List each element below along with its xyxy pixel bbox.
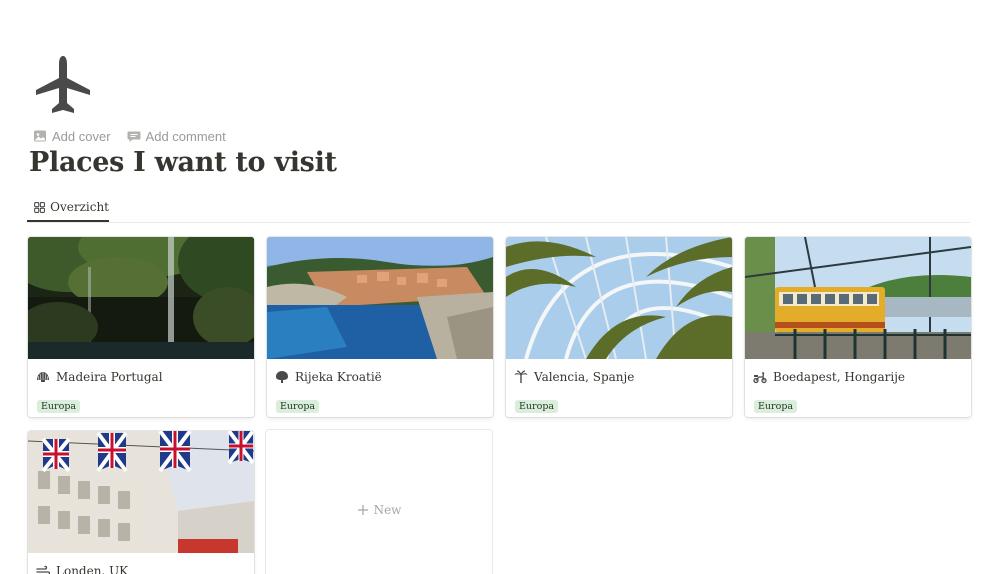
comment-icon xyxy=(127,131,141,142)
gallery-card[interactable]: Boedapest, Hongarije Europa xyxy=(745,237,971,417)
card-tags: Europa xyxy=(267,387,493,417)
tag-badge: Europa xyxy=(754,400,798,413)
card-title: Londen, UK xyxy=(56,564,129,574)
gallery-card[interactable]: Rijeka Kroatië Europa xyxy=(267,237,493,417)
card-title-row: Valencia, Spanje xyxy=(506,359,732,387)
page-controls: Add cover Add comment xyxy=(30,126,229,146)
card-cover-image xyxy=(28,237,254,359)
card-cover-image xyxy=(745,237,971,359)
airplane-icon[interactable] xyxy=(33,54,93,116)
tree-icon xyxy=(275,370,289,384)
tab-overzicht[interactable]: Overzicht xyxy=(27,194,109,222)
card-title: Boedapest, Hongarije xyxy=(773,370,906,384)
card-tags: Europa xyxy=(506,387,732,417)
shell-icon xyxy=(36,370,50,384)
gallery-card[interactable]: Londen, UK xyxy=(28,431,254,574)
card-title-row: Boedapest, Hongarije xyxy=(745,359,971,387)
gallery-card[interactable]: Valencia, Spanje Europa xyxy=(506,237,732,417)
scooter-icon xyxy=(753,370,767,384)
card-title-row: Madeira Portugal xyxy=(28,359,254,387)
view-tabs: Overzicht xyxy=(27,194,970,223)
page: Add cover Add comment Places I want to v… xyxy=(0,0,1005,574)
page-title[interactable]: Places I want to visit xyxy=(29,144,337,182)
gallery-grid-icon xyxy=(34,201,45,213)
tag-badge: Europa xyxy=(37,400,81,413)
add-cover-label: Add cover xyxy=(52,128,111,144)
tag-badge: Europa xyxy=(276,400,320,413)
card-tags: Europa xyxy=(28,387,254,417)
wind-icon xyxy=(36,564,50,574)
card-title-row: Rijeka Kroatië xyxy=(267,359,493,387)
card-title: Madeira Portugal xyxy=(56,370,163,384)
image-icon xyxy=(34,130,46,142)
plus-icon xyxy=(357,505,368,515)
card-cover-image xyxy=(506,237,732,359)
add-comment-label: Add comment xyxy=(145,128,226,144)
add-comment-button[interactable]: Add comment xyxy=(124,126,229,146)
tag-badge: Europa xyxy=(515,400,559,413)
card-title-row: Londen, UK xyxy=(28,553,254,574)
card-title: Rijeka Kroatië xyxy=(295,370,382,384)
tab-label: Overzicht xyxy=(50,200,109,214)
new-card-label: New xyxy=(373,503,402,517)
card-title: Valencia, Spanje xyxy=(534,370,635,384)
card-cover-image xyxy=(267,237,493,359)
card-tags: Europa xyxy=(745,387,971,417)
new-card-button[interactable]: New xyxy=(266,430,492,574)
card-cover-image xyxy=(28,431,254,553)
palm-tree-icon xyxy=(514,370,528,384)
add-cover-button[interactable]: Add cover xyxy=(30,126,114,146)
gallery-card[interactable]: Madeira Portugal Europa xyxy=(28,237,254,417)
